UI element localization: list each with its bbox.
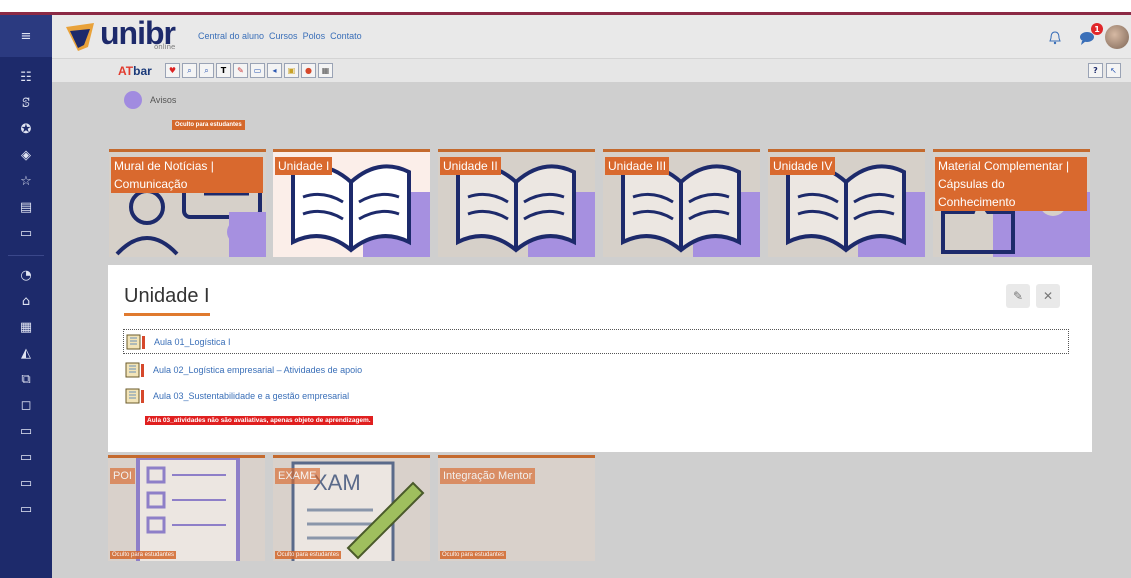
activity-item[interactable]: Aula 02_Logística empresarial – Atividad…: [123, 357, 1069, 382]
close-button[interactable]: ✕: [1036, 284, 1060, 308]
tile-label: Material Complementar | Cápsulas do Conh…: [935, 157, 1087, 211]
color-icon[interactable]: ▣: [284, 63, 299, 78]
tile-material-complementar[interactable]: Material Complementar | Cápsulas do Conh…: [933, 149, 1090, 257]
folder-icon[interactable]: ▭: [0, 497, 52, 521]
tile-label: Unidade IV: [770, 157, 836, 175]
nav-link-cursos[interactable]: Cursos: [269, 31, 298, 41]
participants-icon[interactable]: ꕷ: [0, 91, 52, 115]
book-icon: [126, 334, 145, 349]
tile-mural-de-noticias[interactable]: Mural de Notícias | Comunicação: [109, 149, 266, 257]
book-icon[interactable]: ▤: [0, 195, 52, 219]
logo-shield-icon: [66, 23, 94, 51]
tile-label: Unidade III: [605, 157, 670, 175]
text-to-speech-icon[interactable]: ◂: [267, 63, 282, 78]
menu-toggle-icon[interactable]: ≡: [0, 15, 52, 57]
atbar-toolbar: ATbar ♥ ⌕ ⌕ T ✎ ▭ ◂ ▣ ● ▦ ? ↖: [52, 59, 1131, 83]
tile-unidade-iii[interactable]: Unidade III: [603, 149, 760, 257]
font-icon[interactable]: T: [216, 63, 231, 78]
avatar[interactable]: [1105, 25, 1129, 49]
dictionary-icon[interactable]: ▭: [250, 63, 265, 78]
logo-subtitle: online: [154, 43, 176, 51]
unit-panel: Unidade I ✎ ✕ Aula 01_Logística I Aula 0…: [108, 265, 1092, 452]
folder-icon[interactable]: ▭: [0, 471, 52, 495]
heart-icon[interactable]: ♥: [165, 63, 180, 78]
folder-icon[interactable]: ▭: [0, 445, 52, 469]
list-icon[interactable]: ☷: [0, 65, 52, 89]
close-icon: ✕: [1042, 289, 1054, 303]
tile-poi[interactable]: POI Oculto para estudantes: [108, 455, 265, 561]
tile-label: Mural de Notícias | Comunicação: [111, 157, 263, 193]
tile-exame[interactable]: XAM EXAME Oculto para estudantes: [273, 455, 430, 561]
zoom-in-icon[interactable]: ⌕: [199, 63, 214, 78]
hidden-badge: Oculto para estudantes: [110, 551, 177, 559]
title-underline: [124, 313, 210, 316]
nav-link-polos[interactable]: Polos: [303, 31, 326, 41]
sidebar: ≡ ☷ ꕷ ✪ ◈ ☆ ▤ ▭ ◔ ⌂ ▦ ◭ ⧉ ◻ ▭ ▭ ▭ ▭: [0, 15, 52, 578]
activity-item[interactable]: Aula 03_Sustentabilidade e a gestão empr…: [123, 383, 1069, 408]
activity-link[interactable]: Aula 01_Logística I: [154, 337, 231, 347]
tile-label: Integração Mentor: [440, 468, 536, 484]
edit-button[interactable]: ✎: [1006, 284, 1030, 308]
tile-unidade-ii[interactable]: Unidade II: [438, 149, 595, 257]
book-icon: [125, 362, 144, 377]
zoom-out-icon[interactable]: ⌕: [182, 63, 197, 78]
bell-icon[interactable]: [1049, 31, 1061, 45]
home-icon[interactable]: ⌂: [0, 289, 52, 313]
star-icon[interactable]: ☆: [0, 169, 52, 193]
tile-label: EXAME: [275, 468, 320, 484]
tile-label: POI: [110, 468, 135, 484]
folder-icon[interactable]: ▭: [0, 221, 52, 245]
book-icon: [125, 388, 144, 403]
top-accent-bar: [0, 0, 1131, 16]
nav-link-contato[interactable]: Contato: [330, 31, 362, 41]
header-actions: 1: [1041, 23, 1131, 53]
atbar-buttons: ♥ ⌕ ⌕ T ✎ ▭ ◂ ▣ ● ▦: [165, 63, 333, 78]
tile-label: Unidade II: [440, 157, 501, 175]
close-atbar-icon[interactable]: ↖: [1106, 63, 1121, 78]
notification-badge: 1: [1091, 23, 1103, 35]
atbar-right-buttons: ? ↖: [1088, 63, 1121, 78]
forum-icon: [124, 91, 142, 109]
badges-icon[interactable]: ✪: [0, 117, 52, 141]
avisos-label: Avisos: [150, 95, 177, 105]
logo[interactable]: unibr online: [64, 15, 184, 55]
warning-label: Aula 03_atividades não são avaliativas, …: [145, 416, 373, 425]
reset-icon[interactable]: ▦: [318, 63, 333, 78]
hidden-badge: Oculto para estudantes: [275, 551, 342, 559]
svg-text:XAM: XAM: [313, 470, 361, 495]
atbar-logo: ATbar: [118, 64, 152, 78]
activity-link[interactable]: Aula 02_Logística empresarial – Atividad…: [153, 365, 362, 375]
hidden-badge: Oculto para estudantes: [172, 120, 245, 130]
folder-icon[interactable]: ▭: [0, 419, 52, 443]
dashboard-icon[interactable]: ◔: [0, 263, 52, 287]
tile-unidade-iv[interactable]: Unidade IV: [768, 149, 925, 257]
nav-link-central-do-aluno[interactable]: Central do aluno: [198, 31, 264, 41]
files-icon[interactable]: ⧉: [0, 367, 52, 391]
panel-title: Unidade I: [124, 285, 210, 307]
top-nav: Central do aluno Cursos Polos Contato: [198, 31, 362, 41]
avisos-item[interactable]: Avisos: [124, 91, 176, 109]
spellcheck-icon[interactable]: ✎: [233, 63, 248, 78]
clipboard-icon[interactable]: ◻: [0, 393, 52, 417]
header: unibr online Central do aluno Cursos Pol…: [52, 15, 1131, 59]
tile-integracao-mentor[interactable]: Integração Mentor Oculto para estudantes: [438, 455, 595, 561]
help-icon[interactable]: ?: [1088, 63, 1103, 78]
competencies-icon[interactable]: ◈: [0, 143, 52, 167]
graduation-icon[interactable]: ◭: [0, 341, 52, 365]
pencil-icon: ✎: [1012, 289, 1024, 303]
activity-item[interactable]: Aula 01_Logística I: [123, 329, 1069, 354]
tile-label: Unidade I: [275, 157, 333, 175]
tile-unidade-i[interactable]: Unidade I: [273, 149, 430, 257]
hidden-badge: Oculto para estudantes: [440, 551, 507, 559]
activity-link[interactable]: Aula 03_Sustentabilidade e a gestão empr…: [153, 391, 349, 401]
settings-icon[interactable]: ●: [301, 63, 316, 78]
calendar-icon[interactable]: ▦: [0, 315, 52, 339]
